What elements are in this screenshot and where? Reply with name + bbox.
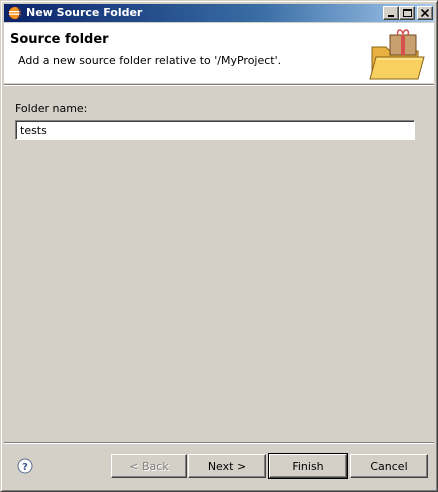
dialog-window: New Source Folder Source folder Add a ne… (0, 0, 438, 492)
folder-package-icon (368, 29, 426, 83)
back-button[interactable]: < Back (111, 454, 187, 478)
eclipse-icon (7, 5, 23, 21)
help-icon[interactable]: ? (17, 458, 33, 474)
close-button[interactable] (417, 6, 433, 20)
folder-name-label: Folder name: (15, 102, 88, 115)
footer-separator (4, 442, 434, 444)
page-title: Source folder (10, 32, 109, 47)
wizard-header: Source folder Add a new source folder re… (4, 23, 434, 83)
header-separator (4, 84, 434, 86)
maximize-icon (403, 9, 412, 17)
close-icon (421, 9, 429, 17)
page-description: Add a new source folder relative to '/My… (18, 54, 282, 67)
finish-button[interactable]: Finish (268, 453, 348, 479)
minimize-icon (388, 15, 394, 17)
folder-name-input[interactable] (15, 120, 415, 140)
next-button[interactable]: Next > (188, 454, 266, 478)
maximize-button[interactable] (399, 6, 415, 20)
svg-text:?: ? (22, 462, 28, 473)
cancel-button[interactable]: Cancel (350, 454, 428, 478)
window-title: New Source Folder (26, 6, 143, 19)
minimize-button[interactable] (383, 6, 399, 20)
title-bar[interactable]: New Source Folder (4, 4, 434, 22)
